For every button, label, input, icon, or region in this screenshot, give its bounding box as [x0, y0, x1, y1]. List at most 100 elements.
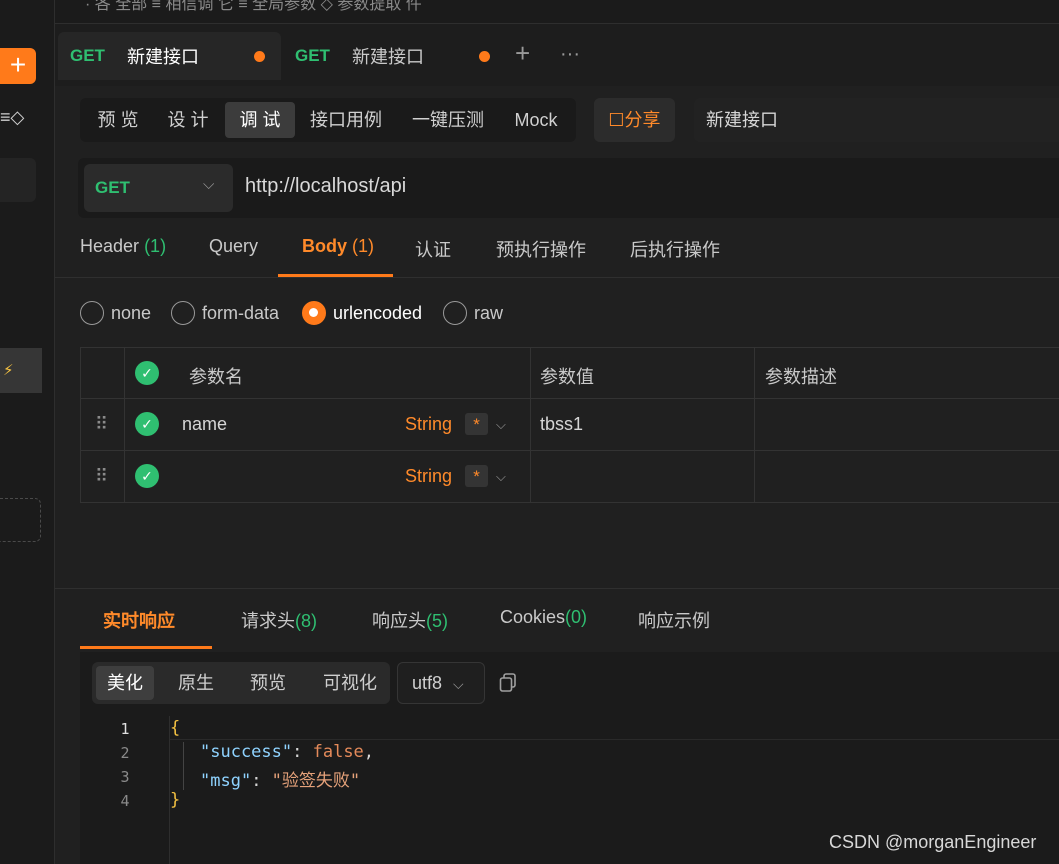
- copy-icon[interactable]: [499, 673, 517, 693]
- top-breadcrumb-strip: · 各 全部 ≡ 相信调 它 ≡ 全局参数 ◇ 参数提取 件: [55, 0, 1059, 24]
- line-number: 1: [120, 720, 130, 738]
- table-divider: [754, 347, 755, 503]
- share-button[interactable]: ☐分享: [594, 98, 675, 142]
- row-checkbox[interactable]: ✓: [135, 412, 159, 436]
- drag-handle-icon[interactable]: ⠿: [95, 466, 108, 487]
- column-header-name: 参数名: [189, 367, 243, 387]
- column-header-value: 参数值: [540, 367, 594, 387]
- encoding-select[interactable]: utf8 ⌵: [397, 662, 485, 704]
- tab-label: Header: [80, 236, 140, 256]
- tab-new-api-2[interactable]: GET 新建接口: [283, 32, 503, 80]
- json-brace: }: [170, 790, 181, 810]
- table-divider: [80, 398, 1059, 399]
- api-name-field[interactable]: 新建接口: [694, 98, 1059, 142]
- radio-raw[interactable]: raw: [443, 300, 503, 326]
- tab-query[interactable]: Query: [209, 236, 258, 257]
- tab-label: 实时响应: [103, 611, 175, 631]
- table-divider: [80, 450, 1059, 451]
- param-type-select[interactable]: String: [405, 414, 452, 435]
- tab-label: 响应头: [372, 611, 426, 631]
- radio-label: none: [111, 302, 152, 323]
- mode-load-test[interactable]: 一键压测: [402, 102, 494, 138]
- radio-circle: [171, 301, 195, 325]
- sidebar-dropzone[interactable]: [0, 498, 41, 542]
- tab-bar: GET 新建接口 GET 新建接口 + ···: [55, 24, 1059, 86]
- tree-toggle-icon[interactable]: ≡◇: [0, 107, 30, 135]
- active-tab-underline: [278, 274, 393, 277]
- tab-live-response[interactable]: 实时响应: [103, 607, 175, 633]
- mode-debug[interactable]: 调 试: [225, 102, 295, 138]
- mode-preview[interactable]: 预 览: [88, 102, 148, 138]
- unsaved-dot-icon: [478, 50, 490, 62]
- indent-guide: [183, 742, 184, 790]
- more-tabs-icon[interactable]: ···: [560, 43, 580, 66]
- watermark: CSDN @morganEngineer: [829, 832, 1037, 852]
- tab-request-headers[interactable]: 请求头(8): [241, 607, 317, 633]
- tab-cookies[interactable]: Cookies(0): [500, 607, 587, 628]
- url-input[interactable]: http://localhost/api: [245, 175, 406, 198]
- sidebar-item[interactable]: [0, 158, 36, 202]
- radio-none[interactable]: none: [80, 300, 151, 326]
- table-divider: [124, 347, 125, 503]
- format-preview[interactable]: 预览: [239, 666, 297, 700]
- code-line-3: "msg": "验签失败": [200, 771, 361, 791]
- param-type-select[interactable]: String: [405, 466, 452, 487]
- radio-form-data[interactable]: form-data: [171, 300, 279, 326]
- required-toggle[interactable]: *: [465, 413, 488, 435]
- row-checkbox[interactable]: ✓: [135, 464, 159, 488]
- encoding-value: utf8: [412, 673, 443, 693]
- tab-response-headers[interactable]: 响应头(5): [372, 607, 448, 633]
- chevron-down-icon: ⌵: [453, 676, 464, 692]
- tab-post-request[interactable]: 后执行操作: [630, 236, 720, 262]
- response-divider: [55, 588, 1059, 589]
- format-raw[interactable]: 原生: [167, 666, 225, 700]
- json-value: "验签失败": [271, 771, 361, 791]
- code-line-4: }: [170, 790, 180, 810]
- code-line-2: "success": false,: [200, 742, 375, 762]
- tab-body[interactable]: Body (1): [302, 236, 374, 257]
- radio-circle: [80, 301, 104, 325]
- mode-test-cases[interactable]: 接口用例: [302, 102, 390, 138]
- tab-label: Cookies: [500, 607, 566, 627]
- param-name-input[interactable]: name: [182, 414, 227, 435]
- tab-pre-request[interactable]: 预执行操作: [496, 236, 586, 262]
- tab-label: Query: [209, 236, 259, 256]
- tab-response-examples[interactable]: 响应示例: [638, 607, 710, 633]
- add-button[interactable]: +: [0, 48, 36, 84]
- param-value-input[interactable]: tbss1: [540, 414, 583, 435]
- tab-label: 请求头: [241, 611, 295, 631]
- tab-count: (5): [426, 611, 448, 631]
- tab-title: 新建接口: [126, 47, 199, 67]
- tab-label: 响应示例: [638, 611, 710, 631]
- tab-count: (0): [565, 607, 588, 627]
- tab-method: GET: [295, 46, 330, 65]
- radio-label: raw: [474, 302, 504, 323]
- tab-auth[interactable]: 认证: [415, 236, 451, 262]
- tab-title: 新建接口: [351, 47, 424, 67]
- select-all-checkbox[interactable]: ✓: [135, 361, 159, 385]
- radio-circle: [302, 301, 326, 325]
- add-tab-icon[interactable]: +: [515, 38, 530, 69]
- format-visualize[interactable]: 可视化: [312, 666, 388, 700]
- active-line-highlight: [170, 739, 1059, 740]
- tab-header[interactable]: Header (1): [80, 236, 166, 257]
- radio-label: urlencoded: [333, 302, 423, 323]
- chevron-down-icon[interactable]: ⌵: [496, 417, 506, 433]
- drag-handle-icon[interactable]: ⠿: [95, 414, 108, 435]
- mode-mock[interactable]: Mock: [502, 102, 570, 138]
- tab-count: (8): [295, 611, 317, 631]
- chevron-down-icon[interactable]: ⌵: [496, 469, 506, 485]
- tab-new-api-1[interactable]: GET 新建接口: [58, 32, 281, 80]
- method-value: GET: [95, 178, 130, 197]
- format-pretty[interactable]: 美化: [96, 666, 154, 700]
- radio-circle: [443, 301, 467, 325]
- required-toggle[interactable]: *: [465, 465, 488, 487]
- method-select[interactable]: GET ⌵: [84, 164, 233, 212]
- mode-design[interactable]: 设 计: [158, 102, 218, 138]
- json-value: false: [312, 742, 364, 762]
- bolt-icon: ⚡: [3, 362, 14, 379]
- line-number: 3: [120, 768, 130, 786]
- radio-urlencoded[interactable]: urlencoded: [302, 300, 422, 326]
- unsaved-dot-icon: [253, 50, 265, 62]
- line-number: 4: [120, 792, 130, 810]
